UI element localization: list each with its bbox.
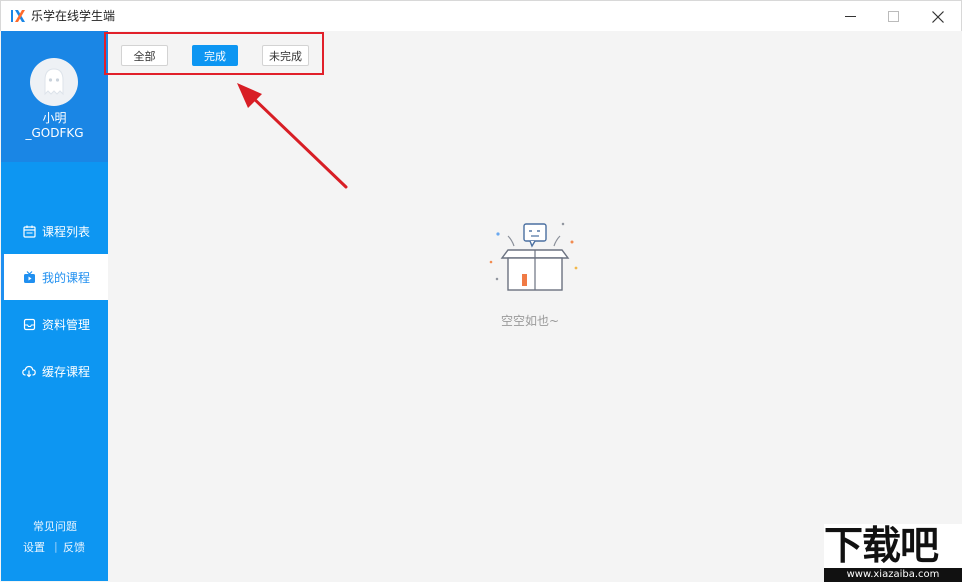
- app-title: 乐学在线学生端: [31, 9, 116, 23]
- minimize-icon: [844, 16, 856, 17]
- watermark-logo: 下载吧: [824, 524, 962, 570]
- calendar-icon: [22, 224, 36, 238]
- maximize-icon: [887, 11, 899, 22]
- faq-link[interactable]: 常见问题: [33, 520, 77, 534]
- feedback-link[interactable]: 反馈: [63, 541, 85, 555]
- minimize-button[interactable]: [827, 1, 873, 32]
- inbox-icon: [22, 317, 36, 331]
- close-button[interactable]: [915, 1, 961, 32]
- settings-link[interactable]: 设置: [23, 541, 45, 555]
- window-titlebar: 乐学在线学生端: [0, 0, 962, 31]
- sidebar: 小明 _GODFKG 课程列表 我的课程 资料管理 缓存课程 常见问题 设置 |…: [1, 31, 108, 581]
- lx-logo-icon: [11, 10, 25, 22]
- footer-separator: |: [54, 540, 58, 553]
- sidebar-item-label: 资料管理: [42, 317, 91, 332]
- sidebar-item-cached-courses[interactable]: 缓存课程: [1, 348, 108, 394]
- empty-state-message: 空空如也~: [500, 314, 560, 328]
- empty-box-icon: [489, 222, 578, 291]
- user-profile: 小明 _GODFKG: [1, 31, 108, 162]
- ghost-avatar-icon[interactable]: [30, 58, 78, 106]
- ghost-icon: [44, 68, 64, 96]
- watermark-url: www.xiazaiba.com: [824, 568, 962, 582]
- annotation-highlight-box: [104, 32, 324, 75]
- watermark: 下载吧 www.xiazaiba.com: [824, 524, 962, 582]
- tv-icon: [22, 270, 36, 284]
- sidebar-item-label: 缓存课程: [42, 364, 91, 379]
- sidebar-item-my-courses[interactable]: 我的课程: [1, 254, 108, 300]
- cloud-download-icon: [22, 364, 36, 378]
- sidebar-item-label: 课程列表: [42, 224, 91, 239]
- annotation-arrow-icon: [237, 83, 348, 189]
- sidebar-item-label: 我的课程: [42, 270, 91, 285]
- username: 小明 _GODFKG: [25, 111, 84, 140]
- maximize-button[interactable]: [870, 1, 916, 32]
- close-icon: [932, 10, 944, 23]
- sidebar-item-materials[interactable]: 资料管理: [1, 301, 108, 347]
- sidebar-item-course-list[interactable]: 课程列表: [1, 208, 108, 254]
